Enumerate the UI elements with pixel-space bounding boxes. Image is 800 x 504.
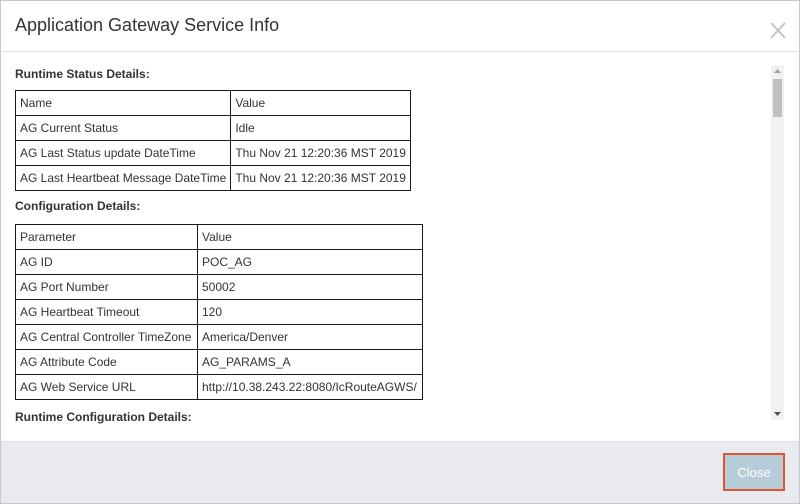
configuration-heading: Configuration Details: (15, 199, 141, 213)
runtime-configuration-heading: Runtime Configuration Details: (15, 410, 192, 424)
table-cell: AG_PARAMS_A (197, 349, 423, 375)
table-row: AG Central Controller TimeZone America/D… (15, 324, 423, 350)
table-cell: AG Heartbeat Timeout (15, 299, 198, 325)
vertical-scrollbar[interactable] (771, 65, 784, 420)
scroll-down-arrow-icon[interactable] (771, 408, 784, 420)
table-cell: AG Attribute Code (15, 349, 198, 375)
scroll-up-arrow-icon[interactable] (771, 65, 784, 77)
table-row: AG Current Status Idle (14, 115, 411, 141)
close-x-icon[interactable] (766, 17, 790, 41)
table-cell: Thu Nov 21 12:20:36 MST 2019 (230, 140, 411, 166)
dialog-body: Runtime Status Details: Name Value AG Cu… (1, 52, 799, 440)
table-header-row: Parameter Value (15, 224, 423, 250)
dialog-footer: Close (1, 441, 799, 503)
table-row: AG Web Service URL http://10.38.243.22:8… (15, 374, 423, 400)
column-header: Parameter (15, 224, 198, 250)
column-header: Value (230, 90, 411, 116)
table-cell: America/Denver (197, 324, 423, 350)
table-cell: POC_AG (197, 249, 423, 275)
table-cell: AG Port Number (15, 274, 198, 300)
table-cell: 50002 (197, 274, 423, 300)
scroll-content: Runtime Status Details: Name Value AG Cu… (1, 52, 771, 440)
close-button[interactable]: Close (723, 453, 785, 491)
table-row: AG Port Number 50002 (15, 274, 423, 300)
table-cell: AG ID (15, 249, 198, 275)
table-cell: AG Central Controller TimeZone (15, 324, 198, 350)
table-cell: AG Current Status (14, 115, 232, 141)
column-header: Value (197, 224, 423, 250)
dialog-header: Application Gateway Service Info (1, 1, 799, 52)
table-cell: AG Last Heartbeat Message DateTime (14, 165, 232, 191)
service-info-dialog: Application Gateway Service Info Runtime… (0, 0, 800, 504)
dialog-title: Application Gateway Service Info (15, 15, 280, 35)
table-cell: http://10.38.243.22:8080/IcRouteAGWS/ (197, 374, 423, 400)
runtime-status-heading: Runtime Status Details: (15, 67, 150, 81)
table-row: AG ID POC_AG (15, 249, 423, 275)
table-header-row: Name Value (14, 90, 411, 116)
table-cell: Thu Nov 21 12:20:36 MST 2019 (230, 165, 411, 191)
table-row: AG Last Heartbeat Message DateTime Thu N… (14, 165, 411, 191)
column-header: Name (14, 90, 232, 116)
table-row: AG Heartbeat Timeout 120 (15, 299, 423, 325)
table-cell: AG Web Service URL (15, 374, 198, 400)
scrollbar-thumb[interactable] (773, 79, 782, 117)
runtime-status-table: Name Value AG Current Status Idle AG Las… (14, 90, 411, 191)
table-cell: 120 (197, 299, 423, 325)
table-cell: AG Last Status update DateTime (14, 140, 232, 166)
table-cell: Idle (230, 115, 411, 141)
configuration-table: Parameter Value AG ID POC_AG AG Port Num… (15, 224, 423, 400)
table-row: AG Attribute Code AG_PARAMS_A (15, 349, 423, 375)
table-row: AG Last Status update DateTime Thu Nov 2… (14, 140, 411, 166)
